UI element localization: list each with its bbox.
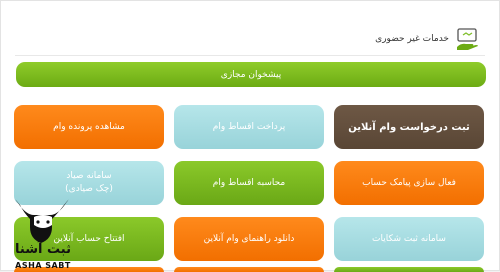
tile-pay-installments[interactable]: پرداخت اقساط وام [174,105,324,149]
watermark-en-text: ASHA SABT [15,261,71,270]
watermark-fa-text: ثبت آشنا [15,242,71,257]
services-title: خدمات غیر حضوری [375,34,449,44]
bull-logo-icon [15,199,69,243]
services-header: خدمات غیر حضوری [375,27,481,51]
asha-sabt-watermark: ثبت آشنا ASHA SABT [4,195,82,271]
tile-register-loan[interactable]: ثبت درخواست وام آنلاین [334,105,484,149]
monitor-hand-icon [457,28,478,50]
tile-calc-installments[interactable]: محاسبه اقساط وام [174,161,324,205]
tile-partial[interactable] [174,267,324,272]
virtual-counter-button[interactable]: پیشخوان مجازی [16,62,486,87]
tile-complaints[interactable]: سامانه ثبت شکایات [334,217,484,261]
tile-sms-activation[interactable]: فعال سازی پیامک حساب [334,161,484,205]
tile-view-loan-file[interactable]: مشاهده پرونده وام [14,105,164,149]
tile-loan-guide[interactable]: دانلود راهنمای وام آنلاین [174,217,324,261]
tile-partial[interactable] [334,267,484,272]
header-divider [15,55,485,56]
